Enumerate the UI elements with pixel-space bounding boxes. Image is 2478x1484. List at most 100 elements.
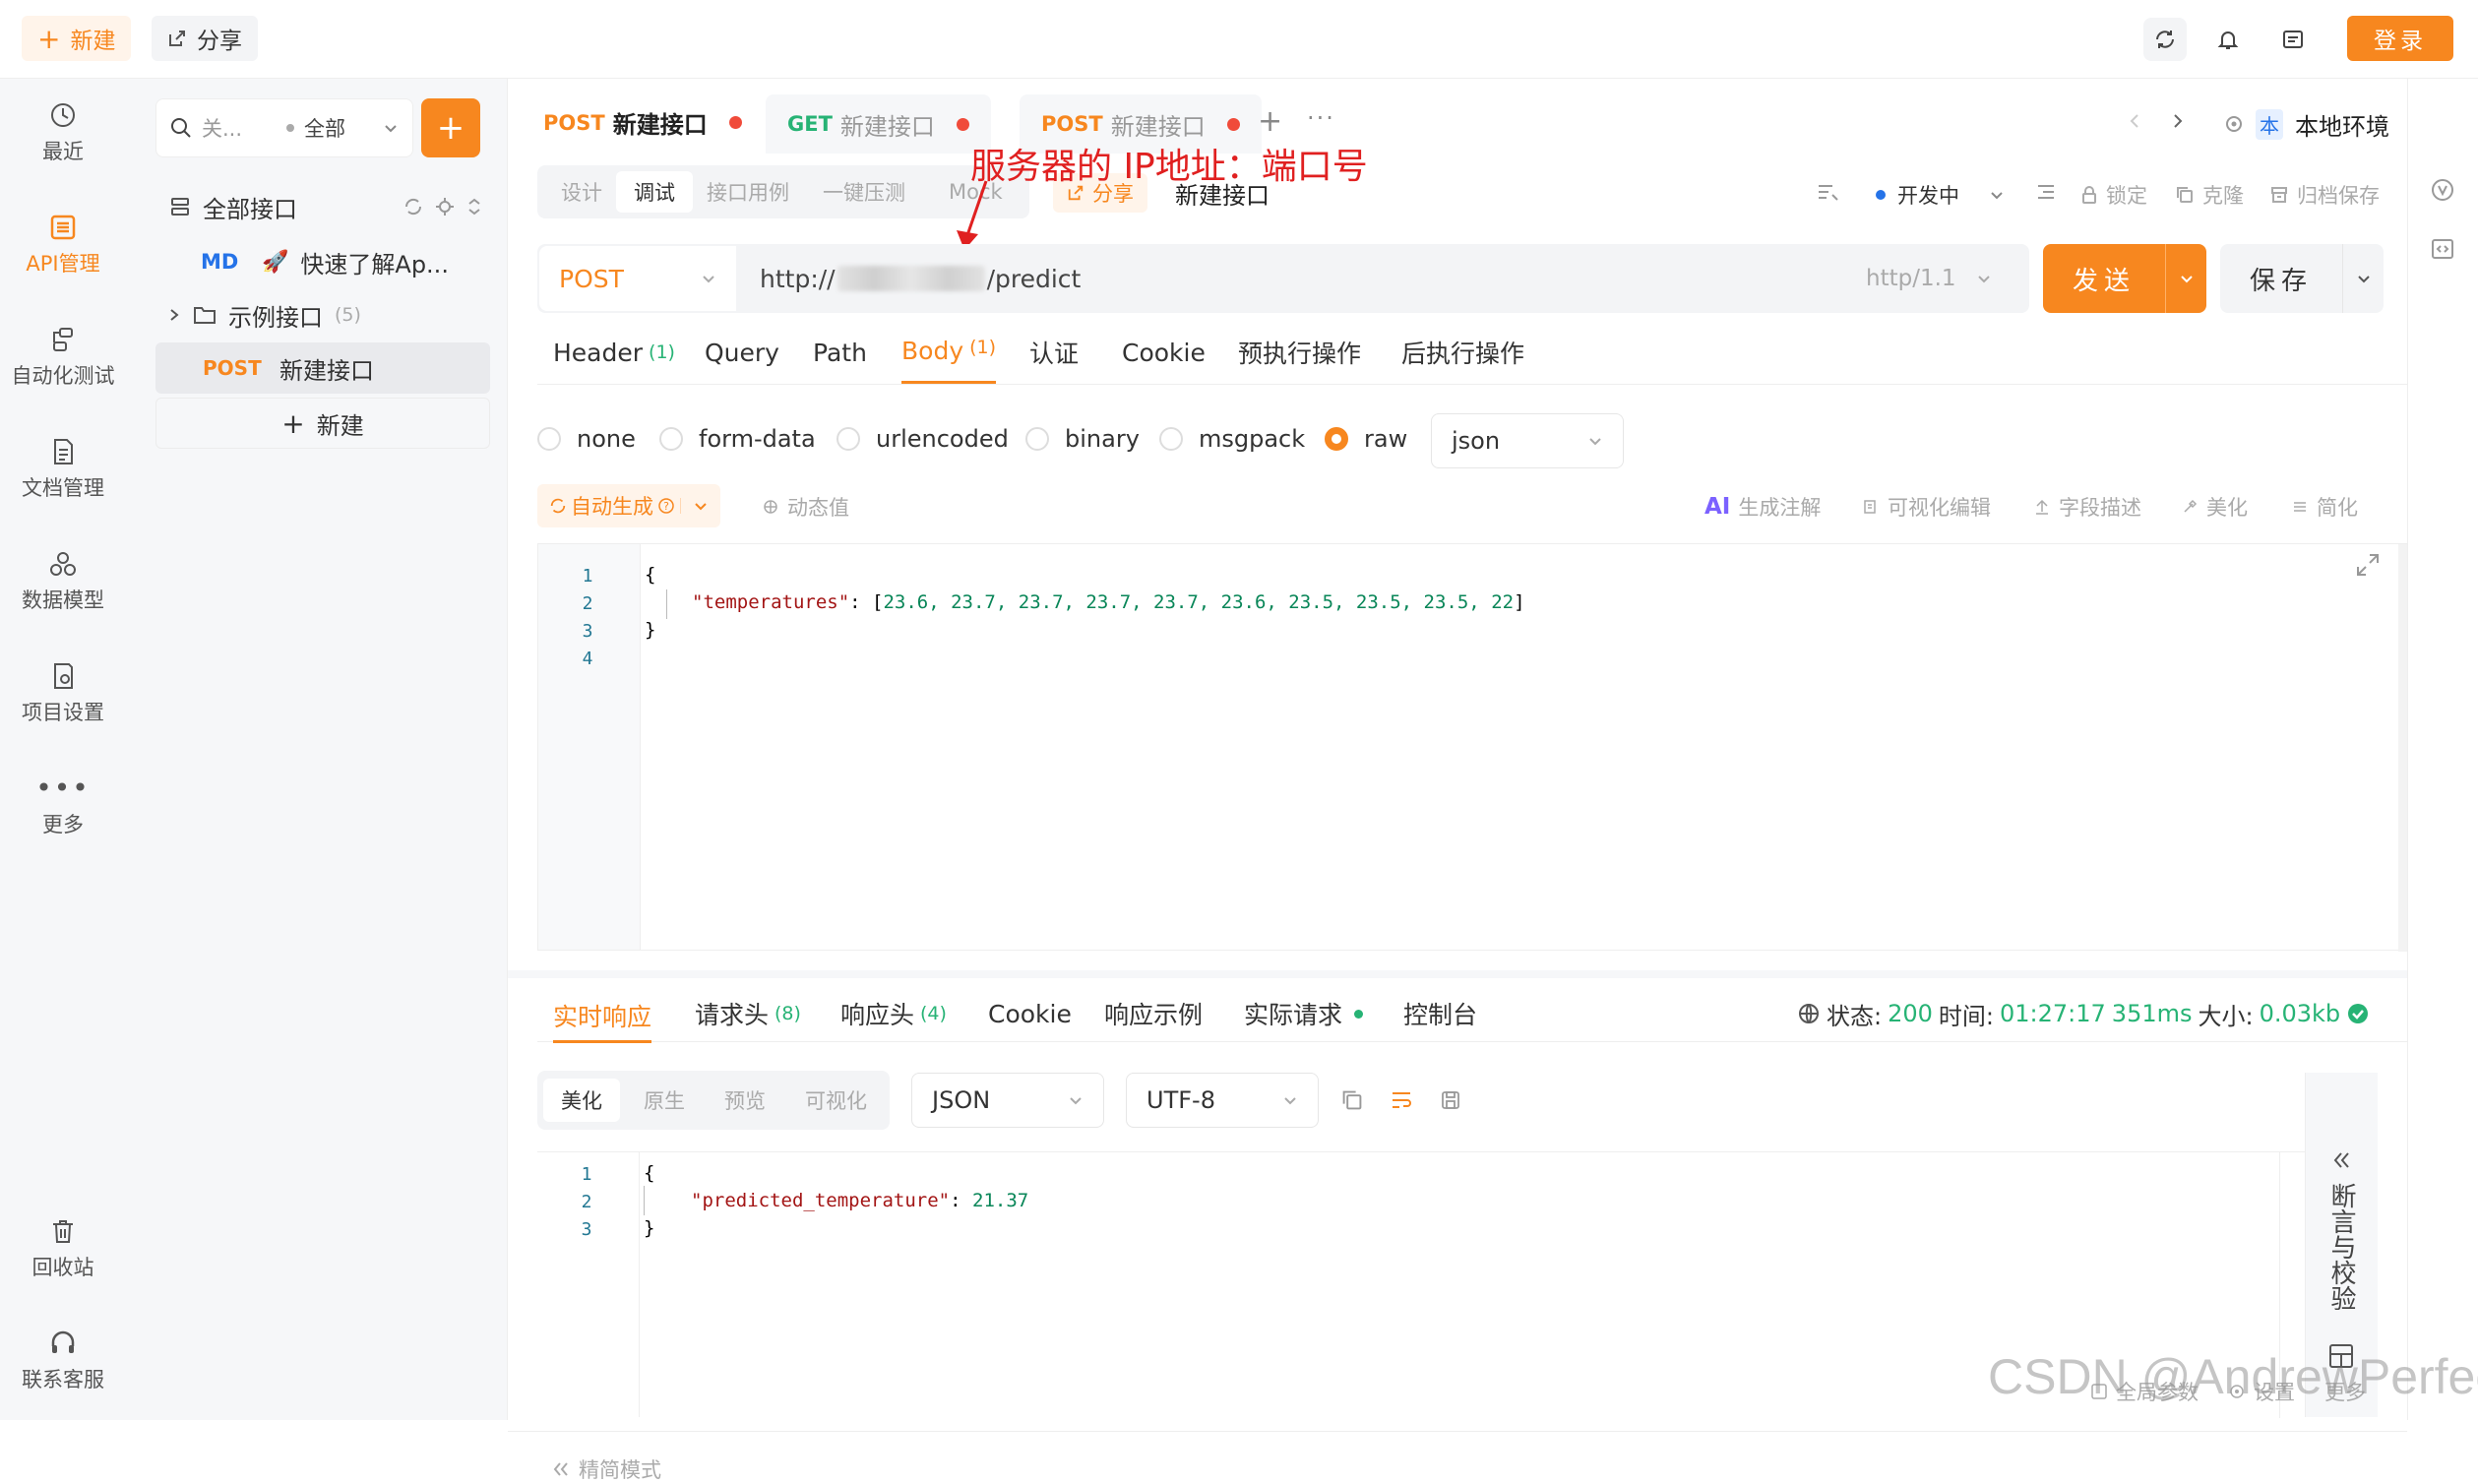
body-type-raw[interactable]: raw <box>1325 425 1407 453</box>
view-tab-visual[interactable]: 可视化 <box>787 1079 885 1122</box>
chevron-down-icon[interactable] <box>680 498 709 514</box>
body-type-binary[interactable]: binary <box>1025 425 1140 453</box>
format-icon[interactable] <box>1817 181 1840 203</box>
req-tab-post-script[interactable]: 后执行操作 <box>1401 329 1524 376</box>
plus-icon: + <box>37 22 61 55</box>
body-format-select[interactable]: json <box>1431 413 1624 468</box>
req-tab-body[interactable]: Body (1) <box>901 329 997 384</box>
login-button[interactable]: 登录 <box>2347 16 2453 61</box>
rail-item-project-settings[interactable]: 项目设置 <box>0 661 126 726</box>
search-input[interactable]: 关... <box>202 113 271 143</box>
fullscreen-icon[interactable] <box>2355 552 2381 578</box>
save-button[interactable]: 保存 <box>2220 244 2384 313</box>
view-tab-raw[interactable]: 原生 <box>626 1079 703 1122</box>
req-tab-pre-script[interactable]: 预执行操作 <box>1238 329 1361 376</box>
body-type-urlencoded[interactable]: urlencoded <box>836 425 1009 453</box>
plus-icon: + <box>436 108 465 148</box>
filter-select[interactable]: 全部 <box>304 113 345 143</box>
auto-generate-button[interactable]: 自动生成 ? <box>537 484 720 527</box>
resp-tab-live[interactable]: 实时响应 <box>553 990 652 1043</box>
clone-button[interactable]: 克隆 <box>2175 175 2244 215</box>
tree-new-button[interactable]: + 新建 <box>155 398 490 449</box>
add-api-button[interactable]: + <box>421 98 480 157</box>
wrap-lines-icon[interactable] <box>1390 1088 1413 1112</box>
rail-item-api[interactable]: API管理 <box>0 213 126 278</box>
environment-select[interactable]: 本 本地环境 <box>2224 102 2389 146</box>
req-tab-cookie[interactable]: Cookie <box>1122 329 1206 376</box>
tab-more-icon[interactable]: ··· <box>1307 104 1335 132</box>
message-button[interactable] <box>2271 18 2315 61</box>
resp-tab-req-headers[interactable]: 请求头 (8) <box>695 990 801 1037</box>
outline-icon[interactable] <box>2035 181 2057 203</box>
expand-collapse-icon[interactable] <box>466 197 482 216</box>
simplify-button[interactable]: 简化 <box>2291 492 2358 522</box>
subtab-design[interactable]: 设计 <box>543 171 620 213</box>
add-tab-icon[interactable]: + <box>1258 104 1282 139</box>
archive-button[interactable]: 归档保存 <box>2269 175 2380 215</box>
send-dropdown-icon[interactable] <box>2165 244 2206 313</box>
tree-selected-endpoint[interactable]: POST 新建接口 <box>155 342 490 394</box>
rail-item-support[interactable]: 联系客服 <box>0 1329 126 1393</box>
rail-item-automation[interactable]: 自动化测试 <box>0 325 126 390</box>
subtab-debug[interactable]: 调试 <box>616 171 693 213</box>
protocol-select[interactable]: http/1.1 <box>1866 244 1992 313</box>
rail-item-more[interactable]: ••• 更多 <box>0 773 126 838</box>
dynamic-value-button[interactable]: 动态值 <box>762 492 849 522</box>
locate-icon[interactable] <box>435 197 455 216</box>
req-tab-query[interactable]: Query <box>705 329 779 376</box>
tree-search[interactable]: 关... 全部 <box>155 98 413 157</box>
req-tab-path[interactable]: Path <box>813 329 867 376</box>
collapse-left-icon[interactable] <box>2329 1149 2353 1171</box>
beautify-button[interactable]: 美化 <box>2181 492 2248 522</box>
refresh-icon[interactable] <box>403 197 423 216</box>
save-dropdown-icon[interactable] <box>2342 244 2384 313</box>
new-button[interactable]: + 新建 <box>22 16 132 61</box>
view-tab-preview[interactable]: 预览 <box>707 1079 783 1122</box>
send-button[interactable]: 发送 <box>2043 244 2206 313</box>
rail-item-docs[interactable]: 文档管理 <box>0 437 126 502</box>
code-snippet-icon[interactable] <box>2430 236 2455 262</box>
tab-next-icon[interactable] <box>2171 112 2185 130</box>
tab-prev-icon[interactable] <box>2128 112 2141 130</box>
notification-button[interactable] <box>2206 18 2250 61</box>
tree-folder-examples[interactable]: 示例接口 (5) <box>155 289 490 340</box>
rail-item-data-model[interactable]: 数据模型 <box>0 549 126 614</box>
sync-button[interactable] <box>2143 18 2187 61</box>
lock-button[interactable]: 锁定 <box>2080 175 2147 215</box>
body-type-none[interactable]: none <box>537 425 636 453</box>
response-format-select[interactable]: JSON <box>911 1073 1104 1128</box>
status-select[interactable]: 开发中 <box>1876 175 2005 215</box>
resp-tab-resp-headers[interactable]: 响应头 (4) <box>840 990 947 1037</box>
save-response-icon[interactable] <box>1439 1088 1462 1112</box>
request-body-editor[interactable]: 1 2 3 4 { "temperatures": [23.6, 23.7, 2… <box>537 543 2408 952</box>
response-encoding-select[interactable]: UTF-8 <box>1126 1073 1319 1128</box>
subtab-cases[interactable]: 接口用例 <box>689 171 807 213</box>
resp-tab-examples[interactable]: 响应示例 <box>1104 990 1203 1037</box>
simple-mode-button[interactable]: 精简模式 <box>551 1454 661 1484</box>
visual-edit-button[interactable]: 可视化编辑 <box>1862 492 1991 522</box>
resp-tab-actual-request[interactable]: 实际请求 <box>1244 990 1364 1037</box>
method-select[interactable]: POST <box>539 246 736 311</box>
tab-2[interactable]: GET 新建接口 <box>766 94 991 154</box>
ai-annotate-button[interactable]: AI 生成注解 <box>1704 492 1821 522</box>
field-desc-button[interactable]: 字段描述 <box>2033 492 2141 522</box>
resp-tab-cookie[interactable]: Cookie <box>988 990 1072 1037</box>
req-tab-auth[interactable]: 认证 <box>1029 329 1079 376</box>
resp-tab-console[interactable]: 控制台 <box>1403 990 1477 1037</box>
split-divider[interactable] <box>508 970 2407 978</box>
variables-icon[interactable] <box>2430 177 2455 203</box>
view-tab-pretty[interactable]: 美化 <box>543 1079 620 1122</box>
tree-all-apis[interactable]: 全部接口 <box>155 181 490 232</box>
body-type-msgpack[interactable]: msgpack <box>1159 425 1305 453</box>
response-encoding-value: UTF-8 <box>1146 1086 1215 1114</box>
tab-1[interactable]: POST 新建接口 <box>522 94 764 154</box>
rail-item-recycle[interactable]: 回收站 <box>0 1216 126 1281</box>
subtab-load-test[interactable]: 一键压测 <box>805 171 923 213</box>
url-input[interactable]: http:// /predict <box>760 244 1081 313</box>
body-type-form-data[interactable]: form-data <box>659 425 816 453</box>
tree-md-item[interactable]: MD 🚀 快速了解Ap... <box>155 236 490 287</box>
copy-response-icon[interactable] <box>1340 1088 1364 1112</box>
req-tab-header[interactable]: Header (1) <box>553 329 675 376</box>
share-button[interactable]: 分享 <box>152 16 258 61</box>
rail-item-recent[interactable]: 最近 <box>0 100 126 165</box>
